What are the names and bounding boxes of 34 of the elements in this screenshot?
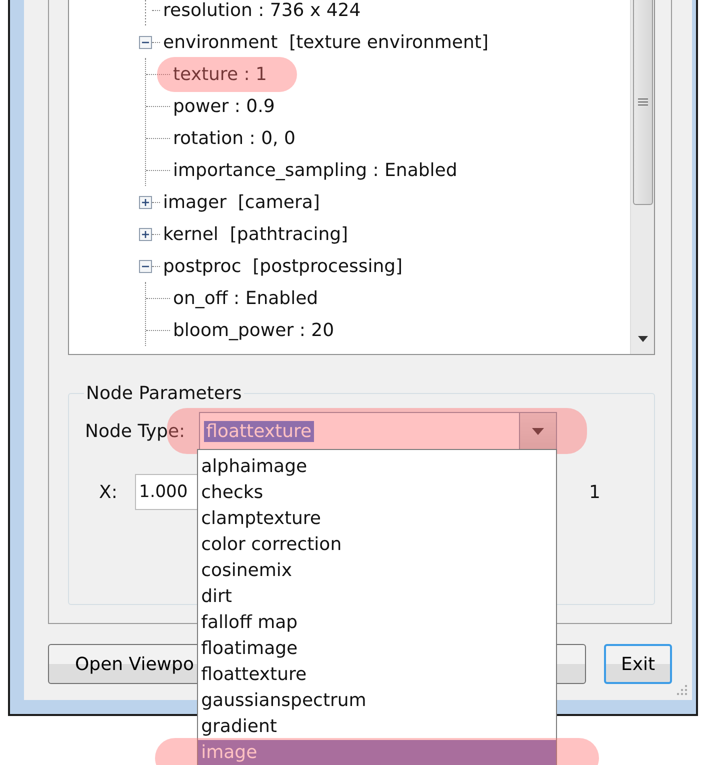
collapse-icon[interactable] [139,36,152,48]
group-title: Node Parameters [85,383,243,404]
tree-item[interactable]: bloom_power : 20 [173,320,334,340]
tree-item[interactable]: texture : 1 [173,64,267,84]
resize-grip-icon[interactable] [676,684,688,696]
dropdown-option[interactable]: gradient [198,714,556,740]
tree-item[interactable]: importance_sampling : Enabled [173,160,458,180]
tree-item[interactable]: environment [texture environment] [163,32,488,52]
dropdown-option[interactable]: falloff map [198,610,556,636]
dropdown-option[interactable]: floattexture [198,662,556,688]
expand-icon[interactable] [139,196,152,208]
value-label: 1 [589,482,600,502]
tree-item[interactable]: power : 0.9 [173,96,275,116]
down-arrow-icon[interactable] [638,336,648,342]
expand-icon[interactable] [139,228,152,240]
x-label: X: [99,482,118,502]
scroll-thumb[interactable] [632,0,652,205]
collapse-icon[interactable] [139,260,152,272]
tree-item[interactable]: rotation : 0, 0 [173,128,296,148]
scrollbar[interactable] [630,0,654,354]
tree-item[interactable]: postproc [postprocessing] [163,256,403,276]
tree-item[interactable]: kernel [pathtracing] [163,224,348,244]
dropdown-option[interactable]: cosinemix [198,558,556,584]
tree-item[interactable]: imager [camera] [163,192,320,212]
caret-icon [532,428,544,434]
node-type-label: Node Type: [85,420,186,442]
exit-button[interactable]: Exit [604,644,672,684]
dropdown-option[interactable]: color correction [198,532,556,558]
dropdown-option[interactable]: gaussianspectrum [198,688,556,714]
tree-item[interactable]: on_off : Enabled [173,288,318,308]
tree-item[interactable]: resolution : 736 x 424 [163,0,361,20]
grip-icon [638,98,648,106]
dropdown-option[interactable]: dirt [198,584,556,610]
dropdown-option[interactable]: floatimage [198,636,556,662]
